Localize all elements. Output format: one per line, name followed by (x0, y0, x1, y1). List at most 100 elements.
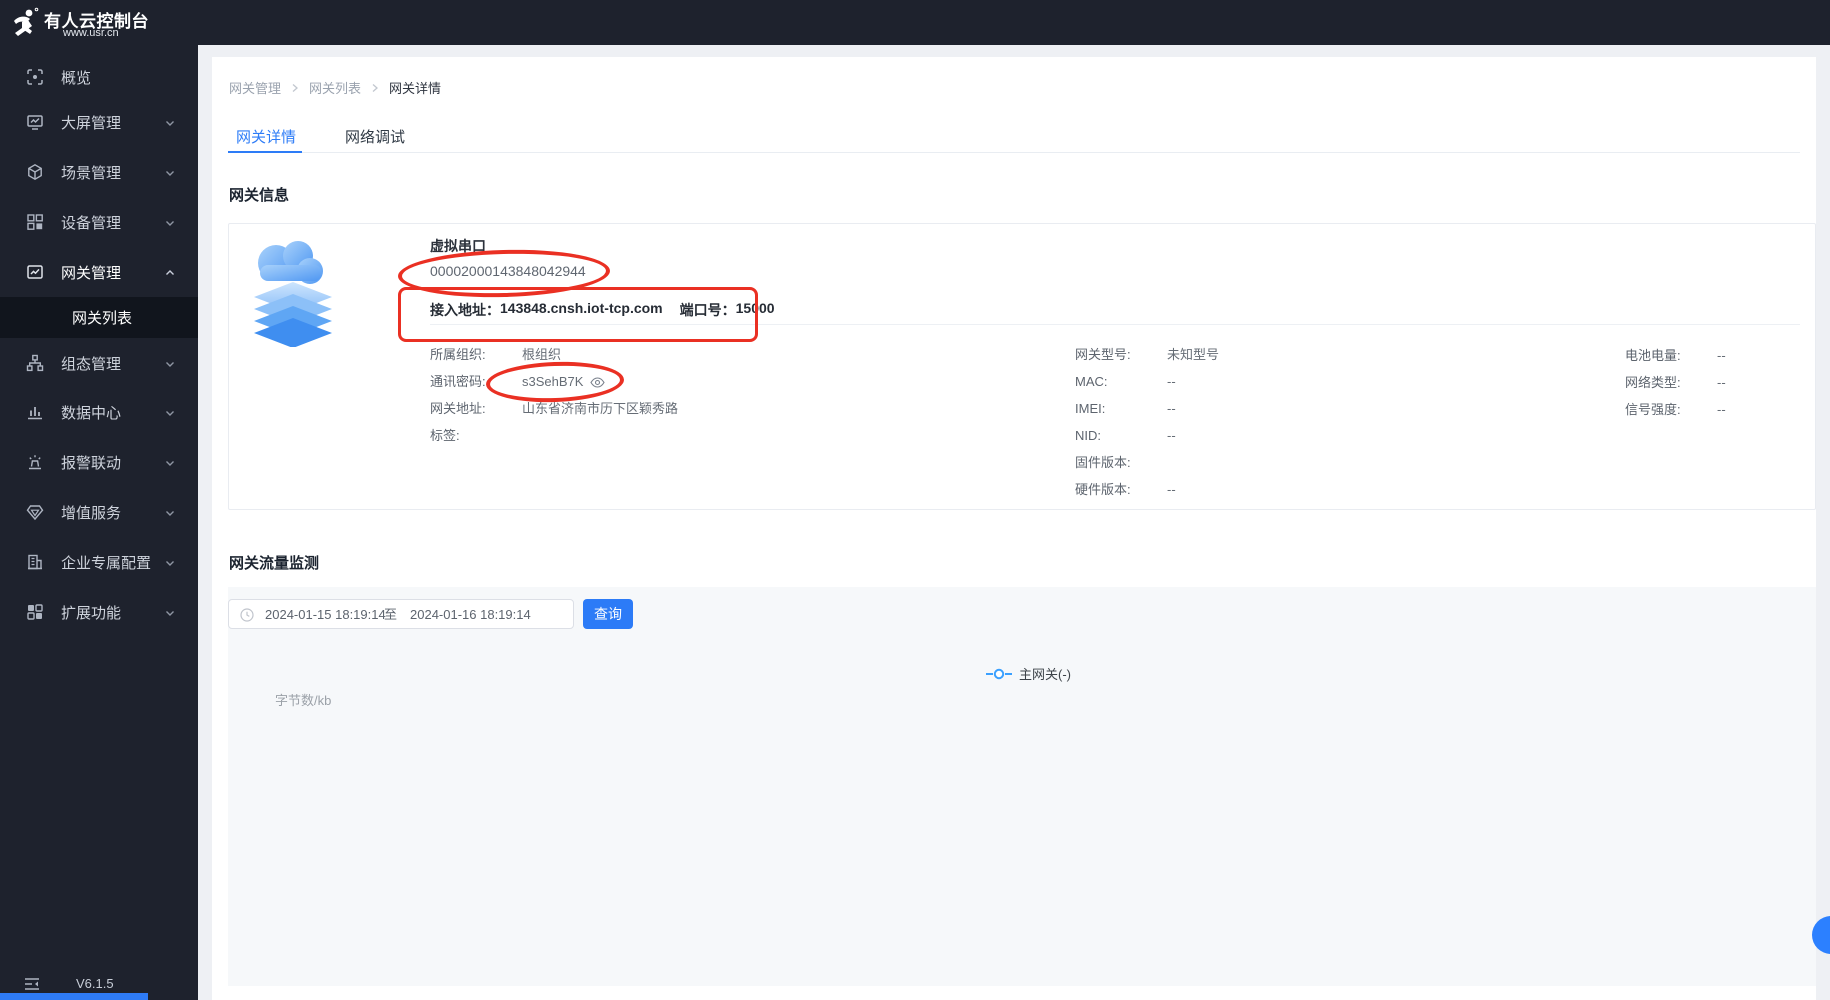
field-row-network-type: 网络类型: -- (1625, 374, 1726, 392)
chevron-down-icon (166, 171, 174, 176)
field-label: 通讯密码: (430, 374, 486, 389)
chevron-down-icon (166, 611, 174, 616)
field-value: -- (1167, 428, 1176, 443)
comm-password-value: s3SehB7K (522, 374, 584, 389)
tabs-divider (228, 152, 1800, 153)
chart-y-axis-label: 字节数/kb (275, 693, 332, 708)
card-divider (430, 324, 1800, 325)
date-range-input[interactable]: 2024-01-15 18:19:14 至 2024-01-16 18:19:1… (228, 599, 574, 629)
sidebar-item-data-center[interactable]: 数据中心 (0, 390, 198, 434)
sidebar-item-config-management[interactable]: 组态管理 (0, 341, 198, 385)
field-label: 固件版本: (1075, 455, 1131, 470)
field-value: -- (1717, 402, 1726, 417)
sidebar-item-extended-functions[interactable]: 扩展功能 (0, 590, 198, 634)
date-end-value[interactable]: 2024-01-16 18:19:14 (410, 608, 531, 622)
sidebar-item-label: 扩展功能 (61, 604, 122, 622)
field-row-signal: 信号强度: -- (1625, 401, 1726, 419)
field-value: 根组织 (522, 347, 562, 362)
bottom-taskbar-fragment (0, 993, 148, 1000)
config-icon (26, 354, 44, 372)
clock-icon (240, 608, 254, 622)
chevron-down-icon (166, 221, 174, 226)
breadcrumb-gateway-management[interactable]: 网关管理 (229, 78, 281, 97)
legend-line-icon (986, 668, 1012, 679)
gateway-icon (27, 265, 43, 279)
overview-icon (27, 69, 43, 85)
date-range-separator: 至 (384, 607, 398, 622)
sidebar-item-device-management[interactable]: 设备管理 (0, 200, 198, 244)
traffic-section-title: 网关流量监测 (229, 555, 320, 572)
traffic-panel (228, 587, 1816, 986)
collapse-sidebar-icon[interactable] (24, 977, 40, 991)
gateway-info-title: 网关信息 (229, 187, 290, 204)
access-address-label: 接入地址： (430, 302, 500, 318)
sidebar-item-label: 增值服务 (61, 504, 122, 522)
logo[interactable]: 有人云控制台 www.usr.cn (0, 0, 198, 45)
chevron-down-icon (166, 362, 174, 367)
field-value: -- (1717, 348, 1726, 363)
app-site: www.usr.cn (63, 27, 119, 39)
cloud-gateway-illustration (254, 241, 332, 347)
field-label: 信号强度: (1625, 402, 1681, 417)
breadcrumb: 网关管理 网关列表 网关详情 (229, 78, 441, 97)
tab-network-debug[interactable]: 网络调试 (345, 126, 405, 147)
chart-legend-main-gateway[interactable]: 主网关(-) (986, 664, 1071, 683)
sidebar-item-enterprise-config[interactable]: 企业专属配置 (0, 540, 198, 584)
sidebar-item-value-added-services[interactable]: 增值服务 (0, 490, 198, 534)
eye-icon[interactable] (590, 376, 606, 388)
sidebar-item-alarm-linkage[interactable]: 报警联动 (0, 440, 198, 484)
breadcrumb-gateway-detail: 网关详情 (389, 81, 442, 96)
sidebar-item-label: 大屏管理 (61, 114, 122, 132)
field-label: 电池电量: (1625, 348, 1681, 363)
tab-gateway-detail[interactable]: 网关详情 (236, 126, 296, 147)
access-address-value: 143848.cnsh.iot-tcp.com (500, 300, 663, 316)
sidebar-item-overview[interactable]: 概览 (0, 55, 198, 99)
field-row-gateway-address: 网关地址: 山东省济南市历下区颖秀路 (430, 400, 678, 418)
value-added-icon (26, 505, 44, 521)
field-value: 未知型号 (1167, 347, 1220, 362)
field-row-battery: 电池电量: -- (1625, 347, 1726, 365)
field-label: 网关地址: (430, 401, 486, 416)
sidebar-item-label: 场景管理 (61, 164, 122, 182)
field-value: -- (1167, 374, 1176, 389)
date-start-value[interactable]: 2024-01-15 18:19:14 (265, 608, 386, 622)
app-window: 有人云控制台 www.usr.cn 概览 大屏管理 场景管理 设备管理 网关管理… (0, 0, 1830, 1000)
field-row-firmware: 固件版本: (1075, 454, 1167, 472)
chevron-down-icon (166, 511, 174, 516)
field-row-comm-password: 通讯密码: s3SehB7K (430, 373, 606, 391)
device-type-label: 虚拟串口 (430, 238, 486, 254)
port-value: 15000 (735, 300, 775, 316)
sidebar-item-label: 企业专属配置 (61, 554, 152, 572)
field-label: MAC: (1075, 374, 1108, 389)
query-button-label: 查询 (594, 606, 622, 622)
sidebar-item-label: 报警联动 (61, 454, 122, 472)
query-button[interactable]: 查询 (583, 599, 633, 629)
sidebar-item-screen-management[interactable]: 大屏管理 (0, 100, 198, 144)
top-header (198, 0, 1830, 45)
chevron-down-icon (166, 121, 174, 126)
usr-logo-icon (14, 7, 39, 36)
active-tab-indicator (228, 151, 302, 153)
alarm-icon (29, 455, 41, 470)
field-row-imei: IMEI: -- (1075, 400, 1176, 418)
field-label: NID: (1075, 428, 1101, 443)
field-label: 网络类型: (1625, 375, 1681, 390)
sidebar-item-scene-management[interactable]: 场景管理 (0, 150, 198, 194)
field-label: IMEI: (1075, 401, 1106, 416)
sidebar-item-label: 概览 (61, 69, 92, 87)
breadcrumb-separator-icon (292, 83, 299, 92)
chevron-down-icon (166, 461, 174, 466)
field-value: -- (1167, 401, 1176, 416)
field-label: 网关型号: (1075, 347, 1131, 362)
field-value: -- (1167, 482, 1176, 497)
sidebar-item-gateway-management[interactable]: 网关管理 (0, 250, 198, 294)
extend-icon (27, 604, 43, 620)
sidebar-item-gateway-list[interactable]: 网关列表 (0, 297, 198, 338)
breadcrumb-gateway-list[interactable]: 网关列表 (309, 78, 361, 97)
sidebar: 有人云控制台 www.usr.cn 概览 大屏管理 场景管理 设备管理 网关管理… (0, 0, 198, 1000)
sidebar-item-label: 设备管理 (61, 214, 122, 232)
sidebar-item-label: 组态管理 (61, 355, 122, 373)
device-icon (27, 214, 43, 230)
sidebar-item-label: 数据中心 (61, 404, 122, 422)
version-label: V6.1.5 (76, 976, 114, 991)
